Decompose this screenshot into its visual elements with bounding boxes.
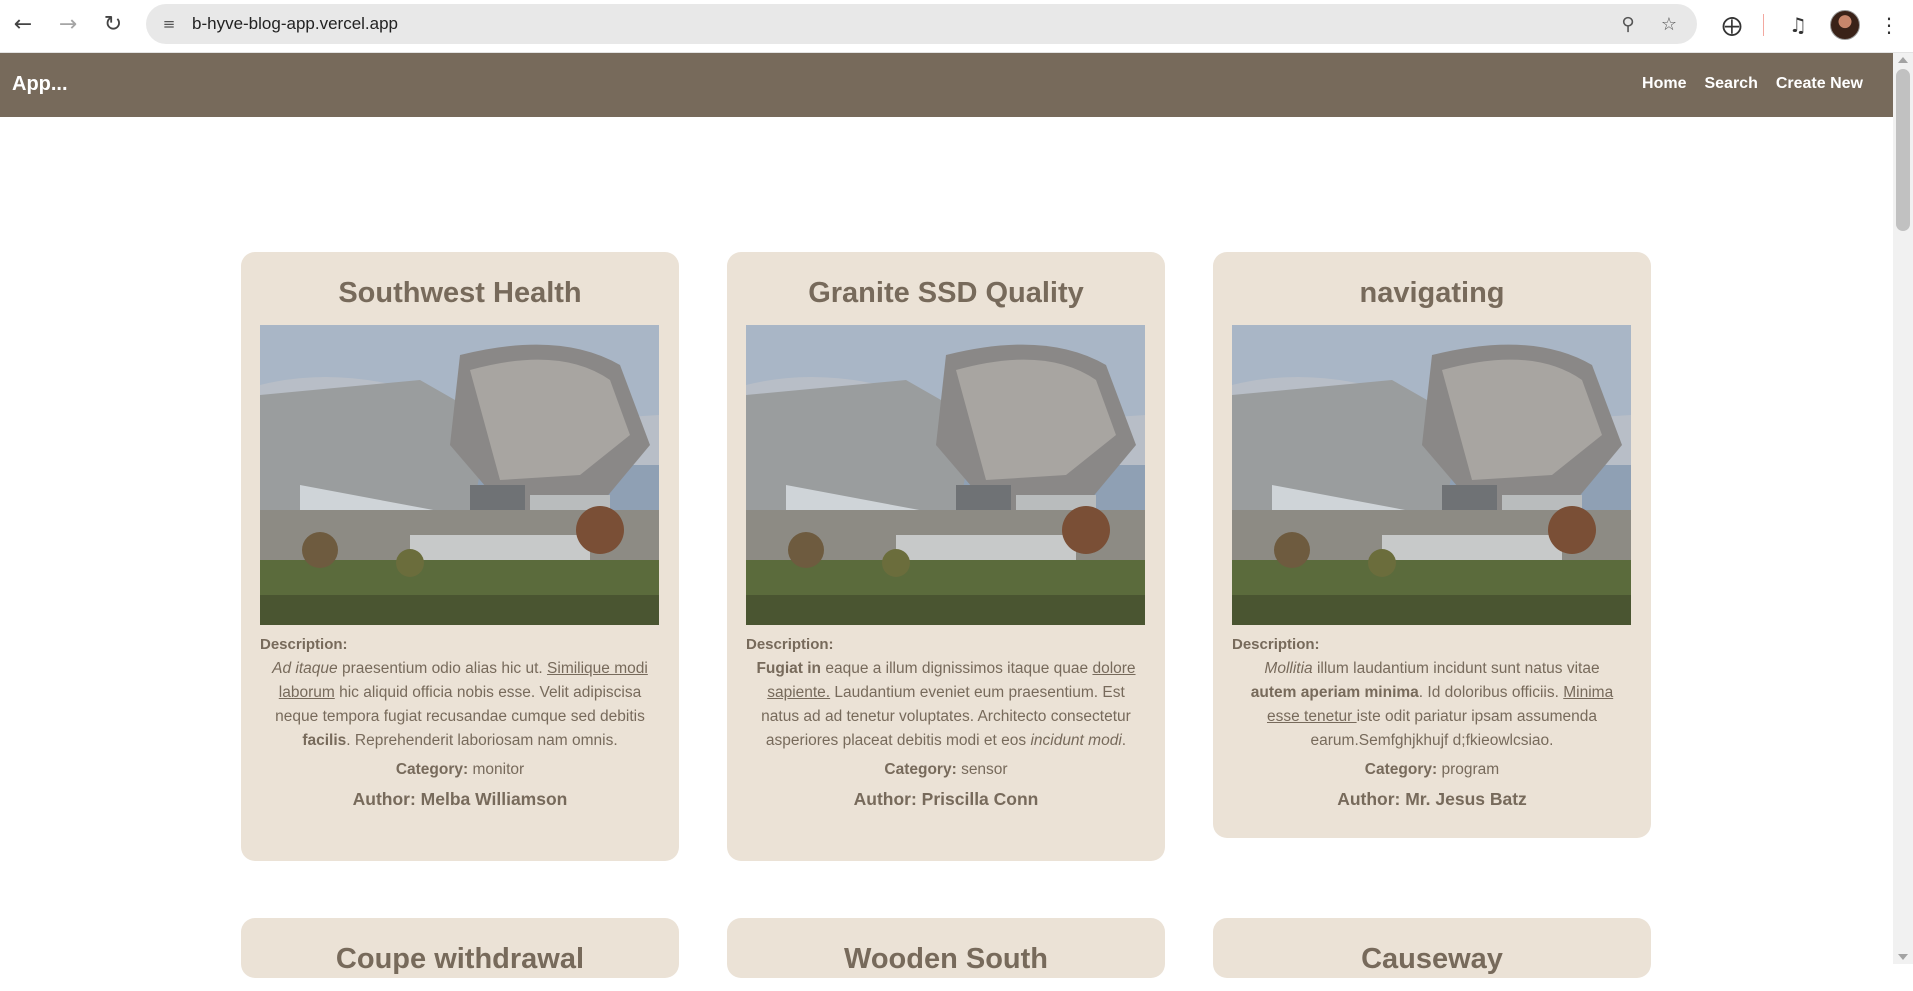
post-author: Author: Mr. Jesus Batz (1337, 789, 1527, 809)
profile-avatar[interactable] (1830, 10, 1860, 40)
bookmark-star-icon[interactable]: ☆ (1657, 12, 1681, 36)
scroll-up-arrow-icon[interactable] (1898, 57, 1908, 63)
description-text: Fugiat in (756, 660, 822, 677)
post-description: Ad itaque praesentium odio alias hic ut.… (268, 657, 652, 753)
description-text: . Id doloribus officiis. (1418, 684, 1564, 701)
post-card[interactable]: Granite SSD Quality Description: Fugiat … (727, 252, 1165, 861)
description-text: facilis (302, 732, 347, 749)
post-title[interactable]: navigating (1232, 252, 1632, 325)
back-arrow-icon[interactable]: ← (8, 9, 38, 39)
scroll-thumb[interactable] (1896, 69, 1910, 231)
description-label: Description: (260, 636, 348, 653)
category-label: Category: (1364, 761, 1438, 778)
category-value: program (1441, 761, 1500, 778)
description-text: praesentium odio alias hic ut. (337, 660, 548, 677)
description-text: illum laudantium incidunt sunt natus vit… (1312, 660, 1600, 677)
description-text: autem aperiam minima (1250, 684, 1419, 701)
brand-logo[interactable]: App... (12, 73, 68, 96)
media-controls-icon[interactable]: ♫ (1783, 10, 1813, 40)
description-text: . Reprehenderit laboriosam nam omnis. (346, 732, 618, 749)
address-bar[interactable]: ≡ b-hyve-blog-app.vercel.app ⚲ ☆ (146, 4, 1697, 44)
post-title[interactable]: Southwest Health (260, 252, 660, 325)
category-label: Category: (884, 761, 957, 778)
description-text: Ad itaque (272, 660, 338, 677)
post-card[interactable]: navigating Description: Mollitia illum l… (1213, 252, 1651, 838)
page-scrollbar[interactable] (1893, 53, 1913, 964)
post-image (1232, 325, 1631, 625)
description-text: incidunt modi (1030, 732, 1122, 749)
post-card[interactable]: Southwest Health Description: Ad itaque … (241, 252, 679, 861)
menu-kebab-icon[interactable]: ⋮ (1874, 10, 1904, 40)
nav-home-link[interactable]: Home (1642, 75, 1686, 93)
reload-icon[interactable]: ↻ (98, 9, 128, 39)
extensions-icon[interactable]: ⨁ (1717, 10, 1747, 40)
zoom-icon[interactable]: ⚲ (1616, 12, 1640, 36)
app-navbar: App... Home Search Create New (0, 53, 1893, 117)
category-value: monitor (472, 761, 525, 778)
site-settings-icon[interactable]: ≡ (158, 13, 180, 35)
post-image (260, 325, 659, 625)
category-label: Category: (395, 761, 469, 778)
nav-links: Home Search Create New (1642, 75, 1863, 93)
description-label: Description: (1232, 636, 1320, 653)
post-card[interactable]: Causeway (1213, 918, 1651, 978)
browser-toolbar: ← → ↻ ≡ b-hyve-blog-app.vercel.app ⚲ ☆ ⨁… (0, 0, 1913, 53)
post-category: Category: program (1232, 761, 1632, 779)
description-text: . (1121, 732, 1127, 749)
post-title[interactable]: Causeway (1232, 918, 1632, 991)
post-title[interactable]: Granite SSD Quality (746, 252, 1146, 325)
post-image (746, 325, 1145, 625)
description-label: Description: (746, 636, 834, 653)
post-title[interactable]: Coupe withdrawal (260, 918, 660, 991)
post-title[interactable]: Wooden South (746, 918, 1146, 991)
post-author: Author: Priscilla Conn (853, 789, 1039, 809)
post-category: Category: monitor (260, 761, 660, 779)
post-category: Category: sensor (746, 761, 1146, 779)
nav-create-new-link[interactable]: Create New (1776, 75, 1863, 93)
url-text[interactable]: b-hyve-blog-app.vercel.app (192, 14, 398, 34)
category-value: sensor (961, 761, 1008, 778)
description-text: Mollitia (1264, 660, 1313, 677)
post-card[interactable]: Coupe withdrawal (241, 918, 679, 978)
forward-arrow-icon[interactable]: → (53, 9, 83, 39)
post-card[interactable]: Wooden South (727, 918, 1165, 978)
toolbar-separator (1763, 14, 1764, 36)
scroll-down-arrow-icon[interactable] (1898, 954, 1908, 960)
nav-search-link[interactable]: Search (1704, 75, 1757, 93)
description-text: eaque a illum dignissimos itaque quae (821, 660, 1093, 677)
post-author: Author: Melba Williamson (352, 789, 568, 809)
post-description: Mollitia illum laudantium incidunt sunt … (1240, 657, 1624, 753)
post-description: Fugiat in eaque a illum dignissimos itaq… (754, 657, 1138, 753)
